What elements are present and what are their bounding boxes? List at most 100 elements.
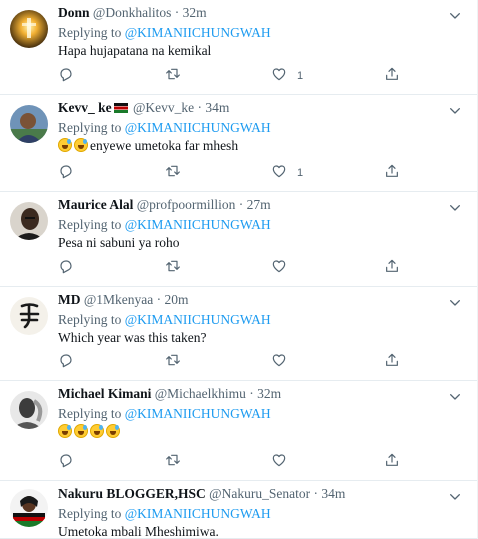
mention-link[interactable]: @KIMANIICHUNGWAH: [125, 406, 271, 421]
tweet-text-content: Pesa ni sabuni ya roho: [58, 235, 180, 250]
avatar[interactable]: [10, 105, 48, 143]
retweet-icon: [165, 452, 181, 473]
reply-button[interactable]: [58, 452, 74, 472]
reply-button[interactable]: [58, 163, 74, 183]
like-button[interactable]: [271, 258, 297, 278]
tweet-reply[interactable]: Maurice Alal @profpoormillion · 27m Reply…: [0, 192, 477, 287]
tweet-reply[interactable]: Michael Kimani @Michaelkhimu · 32m Replyi…: [0, 381, 477, 481]
retweet-button[interactable]: [165, 66, 181, 86]
avatar[interactable]: [10, 202, 48, 240]
separator-dot: ·: [313, 486, 318, 501]
share-icon: [384, 66, 400, 87]
avatar[interactable]: [10, 297, 48, 335]
timestamp[interactable]: 32m: [257, 386, 281, 401]
reply-button[interactable]: [58, 258, 74, 278]
retweet-button[interactable]: [165, 163, 181, 183]
display-name[interactable]: Nakuru BLOGGER,HSC: [58, 486, 206, 501]
user-handle[interactable]: @1Mkenyaa: [84, 292, 153, 307]
heart-icon: [271, 163, 287, 184]
like-button[interactable]: 1: [271, 163, 303, 183]
replying-to: Replying to @KIMANIICHUNGWAH: [58, 24, 463, 41]
avatar[interactable]: [10, 489, 48, 527]
timestamp[interactable]: 20m: [165, 292, 189, 307]
replying-to: Replying to @KIMANIICHUNGWAH: [58, 311, 463, 328]
replying-to-label: Replying to: [58, 120, 122, 135]
share-button[interactable]: [384, 452, 400, 472]
tweet-text: Pesa ni sabuni ya roho: [58, 234, 463, 251]
grinning-sweat-emoji: [90, 424, 104, 438]
share-button[interactable]: [384, 66, 400, 86]
like-button[interactable]: [271, 352, 297, 372]
heart-icon: [271, 66, 287, 87]
like-button[interactable]: 1: [271, 66, 303, 86]
timestamp[interactable]: 27m: [247, 197, 271, 212]
grinning-sweat-emoji: [74, 424, 88, 438]
heart-icon: [271, 352, 287, 373]
display-name[interactable]: Kevv_ ke: [58, 100, 112, 115]
retweet-button[interactable]: [165, 452, 181, 472]
replying-to: Replying to @KIMANIICHUNGWAH: [58, 405, 463, 422]
separator-dot: ·: [249, 386, 254, 401]
grinning-sweat-emoji: [58, 424, 72, 438]
user-handle[interactable]: @Kevv_ke: [133, 100, 194, 115]
tweet-header: Nakuru BLOGGER,HSC @Nakuru_Senator · 34m: [58, 485, 463, 503]
display-name[interactable]: Maurice Alal: [58, 197, 133, 212]
tweet-reply[interactable]: MD @1Mkenyaa · 20m Replying to @KIMANIICH…: [0, 287, 477, 381]
tweet-text: [58, 423, 463, 440]
retweet-button[interactable]: [165, 258, 181, 278]
tweet-header: Donn @Donkhalitos · 32m: [58, 4, 463, 22]
mention-link[interactable]: @KIMANIICHUNGWAH: [125, 25, 271, 40]
reply-button[interactable]: [58, 66, 74, 86]
tweet-text-content: Which year was this taken?: [58, 330, 207, 345]
grinning-sweat-emoji: [58, 138, 72, 152]
display-name[interactable]: Donn: [58, 5, 90, 20]
separator-dot: ·: [156, 292, 162, 307]
replies-feed: Donn @Donkhalitos · 32m Replying to @KIMA…: [0, 0, 478, 539]
tweet-header: Kevv_ ke @Kevv_ke · 34m: [58, 99, 463, 117]
heart-icon: [271, 452, 287, 473]
mention-link[interactable]: @KIMANIICHUNGWAH: [125, 120, 271, 135]
timestamp[interactable]: 34m: [205, 100, 229, 115]
reply-icon: [58, 452, 74, 473]
user-handle[interactable]: @profpoormillion: [137, 197, 236, 212]
replying-to-label: Replying to: [58, 506, 122, 521]
reply-button[interactable]: [58, 352, 74, 372]
mention-link[interactable]: @KIMANIICHUNGWAH: [125, 217, 271, 232]
tweet-reply[interactable]: Nakuru BLOGGER,HSC @Nakuru_Senator · 34m…: [0, 481, 477, 539]
user-handle[interactable]: @Michaelkhimu: [155, 386, 246, 401]
tweet-body: Maurice Alal @profpoormillion · 27m Reply…: [58, 196, 463, 251]
tweet-header: Michael Kimani @Michaelkhimu · 32m: [58, 385, 463, 403]
reply-icon: [58, 258, 74, 279]
replying-to: Replying to @KIMANIICHUNGWAH: [58, 216, 463, 233]
replying-to-label: Replying to: [58, 406, 122, 421]
like-button[interactable]: [271, 452, 297, 472]
tweet-text-content: Umetoka mbali Mheshimiwa.: [58, 524, 219, 539]
display-name[interactable]: MD: [58, 292, 81, 307]
user-handle[interactable]: @Donkhalitos: [93, 5, 171, 20]
tweet-reply[interactable]: Donn @Donkhalitos · 32m Replying to @KIMA…: [0, 0, 477, 95]
retweet-button[interactable]: [165, 352, 181, 372]
tweet-text-content: enyewe umetoka far mhesh: [90, 138, 239, 153]
display-name[interactable]: Michael Kimani: [58, 386, 151, 401]
user-handle[interactable]: @Nakuru_Senator: [209, 486, 310, 501]
tweet-body: Nakuru BLOGGER,HSC @Nakuru_Senator · 34m…: [58, 485, 463, 539]
mention-link[interactable]: @KIMANIICHUNGWAH: [125, 506, 271, 521]
retweet-icon: [165, 258, 181, 279]
like-count: 1: [297, 70, 304, 82]
retweet-icon: [165, 352, 181, 373]
grinning-sweat-emoji: [74, 138, 88, 152]
timestamp[interactable]: 34m: [321, 486, 345, 501]
share-button[interactable]: [384, 163, 400, 183]
mention-link[interactable]: @KIMANIICHUNGWAH: [125, 312, 271, 327]
avatar[interactable]: [10, 391, 48, 429]
share-button[interactable]: [384, 352, 400, 372]
tweet-text: Which year was this taken?: [58, 329, 463, 346]
tweet-text: Umetoka mbali Mheshimiwa.: [58, 523, 463, 539]
share-icon: [384, 352, 400, 373]
timestamp[interactable]: 32m: [183, 5, 207, 20]
grinning-sweat-emoji: [106, 424, 120, 438]
avatar[interactable]: [10, 10, 48, 48]
tweet-reply[interactable]: Kevv_ ke @Kevv_ke · 34m Replying to @KIMA…: [0, 95, 477, 192]
tweet-actions: [58, 352, 408, 372]
share-button[interactable]: [384, 258, 400, 278]
